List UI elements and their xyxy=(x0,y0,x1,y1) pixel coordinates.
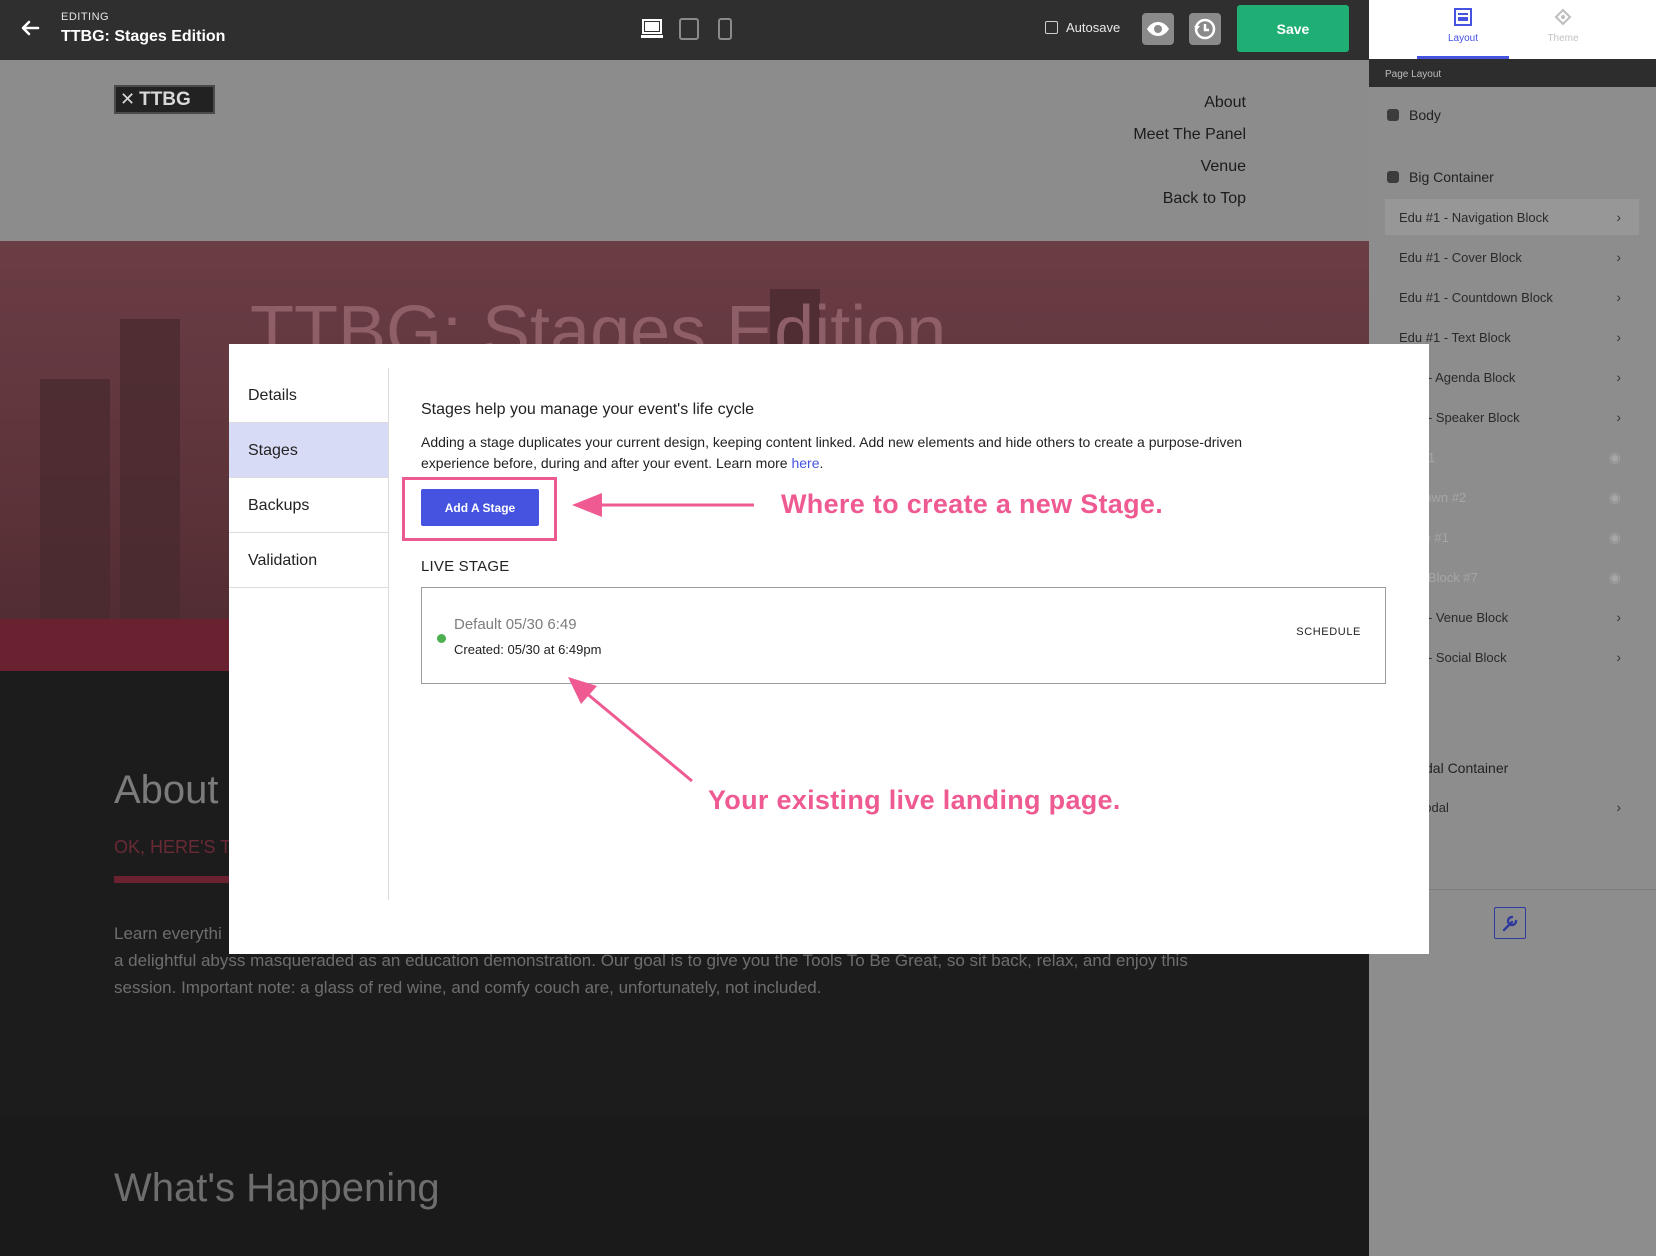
layer-item-label: Edu #1 - Navigation Block xyxy=(1399,209,1549,225)
page-title: TTBG: Stages Edition xyxy=(61,28,226,45)
live-stage-label: LIVE STAGE xyxy=(421,558,510,575)
hidden-eye-icon[interactable]: ◉ xyxy=(1609,489,1621,506)
preview-about-divider xyxy=(114,876,234,883)
layer-label: Big Container xyxy=(1409,169,1494,185)
modal-nav-validation[interactable]: Validation xyxy=(229,533,388,588)
autosave-label: Autosave xyxy=(1066,20,1121,35)
chevron-right-icon[interactable]: › xyxy=(1616,609,1621,625)
preview-navigation-block: ✕ TTBG About Meet The Panel Venue Back t… xyxy=(0,60,1369,241)
layer-label: Body xyxy=(1409,107,1441,123)
layer-body[interactable]: Body xyxy=(1387,107,1441,123)
layer-icon xyxy=(1387,109,1399,121)
preview-nav-link: Meet The Panel xyxy=(1133,126,1246,143)
modal-nav-details[interactable]: Details xyxy=(229,368,388,423)
history-icon xyxy=(1194,18,1216,40)
preview-about-subtitle: OK, HERE'S T xyxy=(114,837,232,857)
desc-line: Adding a stage duplicates your current d… xyxy=(421,434,1243,450)
back-arrow-icon[interactable] xyxy=(18,16,42,40)
preview-happening-block: What's Happening xyxy=(0,1116,1369,1256)
layer-item-label: Edu #1 - Countdown Block xyxy=(1399,289,1553,305)
preview-happening-title: What's Happening xyxy=(114,1166,440,1210)
tab-theme[interactable]: Theme xyxy=(1517,0,1609,59)
chevron-right-icon[interactable]: › xyxy=(1616,249,1621,265)
hidden-eye-icon[interactable]: ◉ xyxy=(1609,529,1621,546)
chevron-right-icon[interactable]: › xyxy=(1616,209,1621,225)
preview-nav: About Meet The Panel Venue Back to Top xyxy=(1133,92,1246,220)
layer-item[interactable]: Edu #1 - Navigation Block › xyxy=(1385,199,1639,235)
desc-line: experience before, during and after your… xyxy=(421,453,1321,474)
editing-label: EDITING xyxy=(61,11,110,23)
stages-heading: Stages help you manage your event's life… xyxy=(421,401,755,418)
autosave-checkbox[interactable] xyxy=(1045,21,1058,34)
learn-more-link[interactable]: here xyxy=(791,455,819,471)
preview-nav-link: Venue xyxy=(1200,158,1246,175)
building-shape xyxy=(40,379,110,619)
hidden-eye-icon[interactable]: ◉ xyxy=(1609,569,1621,586)
save-button[interactable]: Save xyxy=(1237,5,1349,52)
tools-logo-icon: ✕ xyxy=(120,89,136,109)
chevron-right-icon[interactable]: › xyxy=(1616,289,1621,305)
autosave-toggle[interactable]: Autosave xyxy=(1045,20,1120,35)
annotation-create-stage: Where to create a new Stage. xyxy=(781,489,1164,519)
preview-about-title: About xyxy=(114,768,219,812)
editor-topbar: EDITING TTBG: Stages Edition Autosave Sa… xyxy=(0,0,1369,60)
building-shape xyxy=(120,319,180,619)
eye-icon xyxy=(1147,22,1169,36)
preview-nav-link: Back to Top xyxy=(1162,190,1246,207)
sidebar-tabs: Layout Theme xyxy=(1369,0,1656,59)
layer-item-label: Edu #1 - Cover Block xyxy=(1399,249,1522,265)
chevron-right-icon[interactable]: › xyxy=(1616,649,1621,665)
desc-text: experience before, during and after your… xyxy=(421,455,792,471)
layer-label: dal Container xyxy=(1425,760,1509,776)
page-layout-header: Page Layout xyxy=(1369,59,1656,87)
tab-label: Layout xyxy=(1447,33,1479,44)
preview-logo: ✕ TTBG xyxy=(114,85,215,114)
live-stage-card[interactable]: Default 05/30 6:49 Created: 05/30 at 6:4… xyxy=(421,587,1386,684)
chevron-right-icon[interactable]: › xyxy=(1616,329,1621,345)
tablet-view-icon[interactable] xyxy=(678,18,700,40)
hidden-eye-icon[interactable]: ◉ xyxy=(1609,449,1621,466)
preview-button[interactable] xyxy=(1142,13,1174,45)
chevron-right-icon[interactable]: › xyxy=(1616,799,1621,815)
history-button[interactable] xyxy=(1189,13,1221,45)
stages-description: Adding a stage duplicates your current d… xyxy=(421,432,1321,474)
desktop-view-icon[interactable] xyxy=(641,18,663,40)
layer-item-label: Edu #1 - Text Block xyxy=(1399,329,1511,345)
modal-nav: Details Stages Backups Validation xyxy=(229,368,389,900)
tab-label: Theme xyxy=(1547,33,1579,44)
stages-modal: Details Stages Backups Validation Stages… xyxy=(229,344,1429,954)
desc-text: . xyxy=(819,455,824,471)
stage-created: Created: 05/30 at 6:49pm xyxy=(454,642,602,657)
body-line: session. Important note: a glass of red … xyxy=(114,978,822,997)
mobile-view-icon[interactable] xyxy=(714,18,736,40)
logo-text: TTBG xyxy=(139,88,191,110)
add-stage-button[interactable]: Add A Stage xyxy=(421,489,539,526)
chevron-right-icon[interactable]: › xyxy=(1616,369,1621,385)
preview-nav-link: About xyxy=(1204,94,1246,111)
layer-icon xyxy=(1387,171,1399,183)
wrench-icon xyxy=(1502,915,1518,932)
modal-nav-backups[interactable]: Backups xyxy=(229,478,388,533)
theme-icon xyxy=(1554,8,1572,26)
live-status-dot xyxy=(437,634,446,643)
layout-icon xyxy=(1454,8,1472,26)
annotation-live-page: Your existing live landing page. xyxy=(708,785,1121,815)
layer-big-container[interactable]: Big Container xyxy=(1387,169,1494,185)
modal-nav-stages[interactable]: Stages xyxy=(229,423,388,478)
layer-item[interactable]: Edu #1 - Countdown Block › xyxy=(1385,279,1639,315)
schedule-button[interactable]: SCHEDULE xyxy=(1296,626,1361,638)
stage-name: Default 05/30 6:49 xyxy=(454,616,577,633)
layer-modal-container[interactable]: dal Container xyxy=(1425,760,1508,776)
layer-item[interactable]: Edu #1 - Cover Block › xyxy=(1385,239,1639,275)
tab-layout[interactable]: Layout xyxy=(1417,0,1509,59)
chevron-right-icon[interactable]: › xyxy=(1616,409,1621,425)
settings-wrench-button[interactable] xyxy=(1494,907,1526,939)
